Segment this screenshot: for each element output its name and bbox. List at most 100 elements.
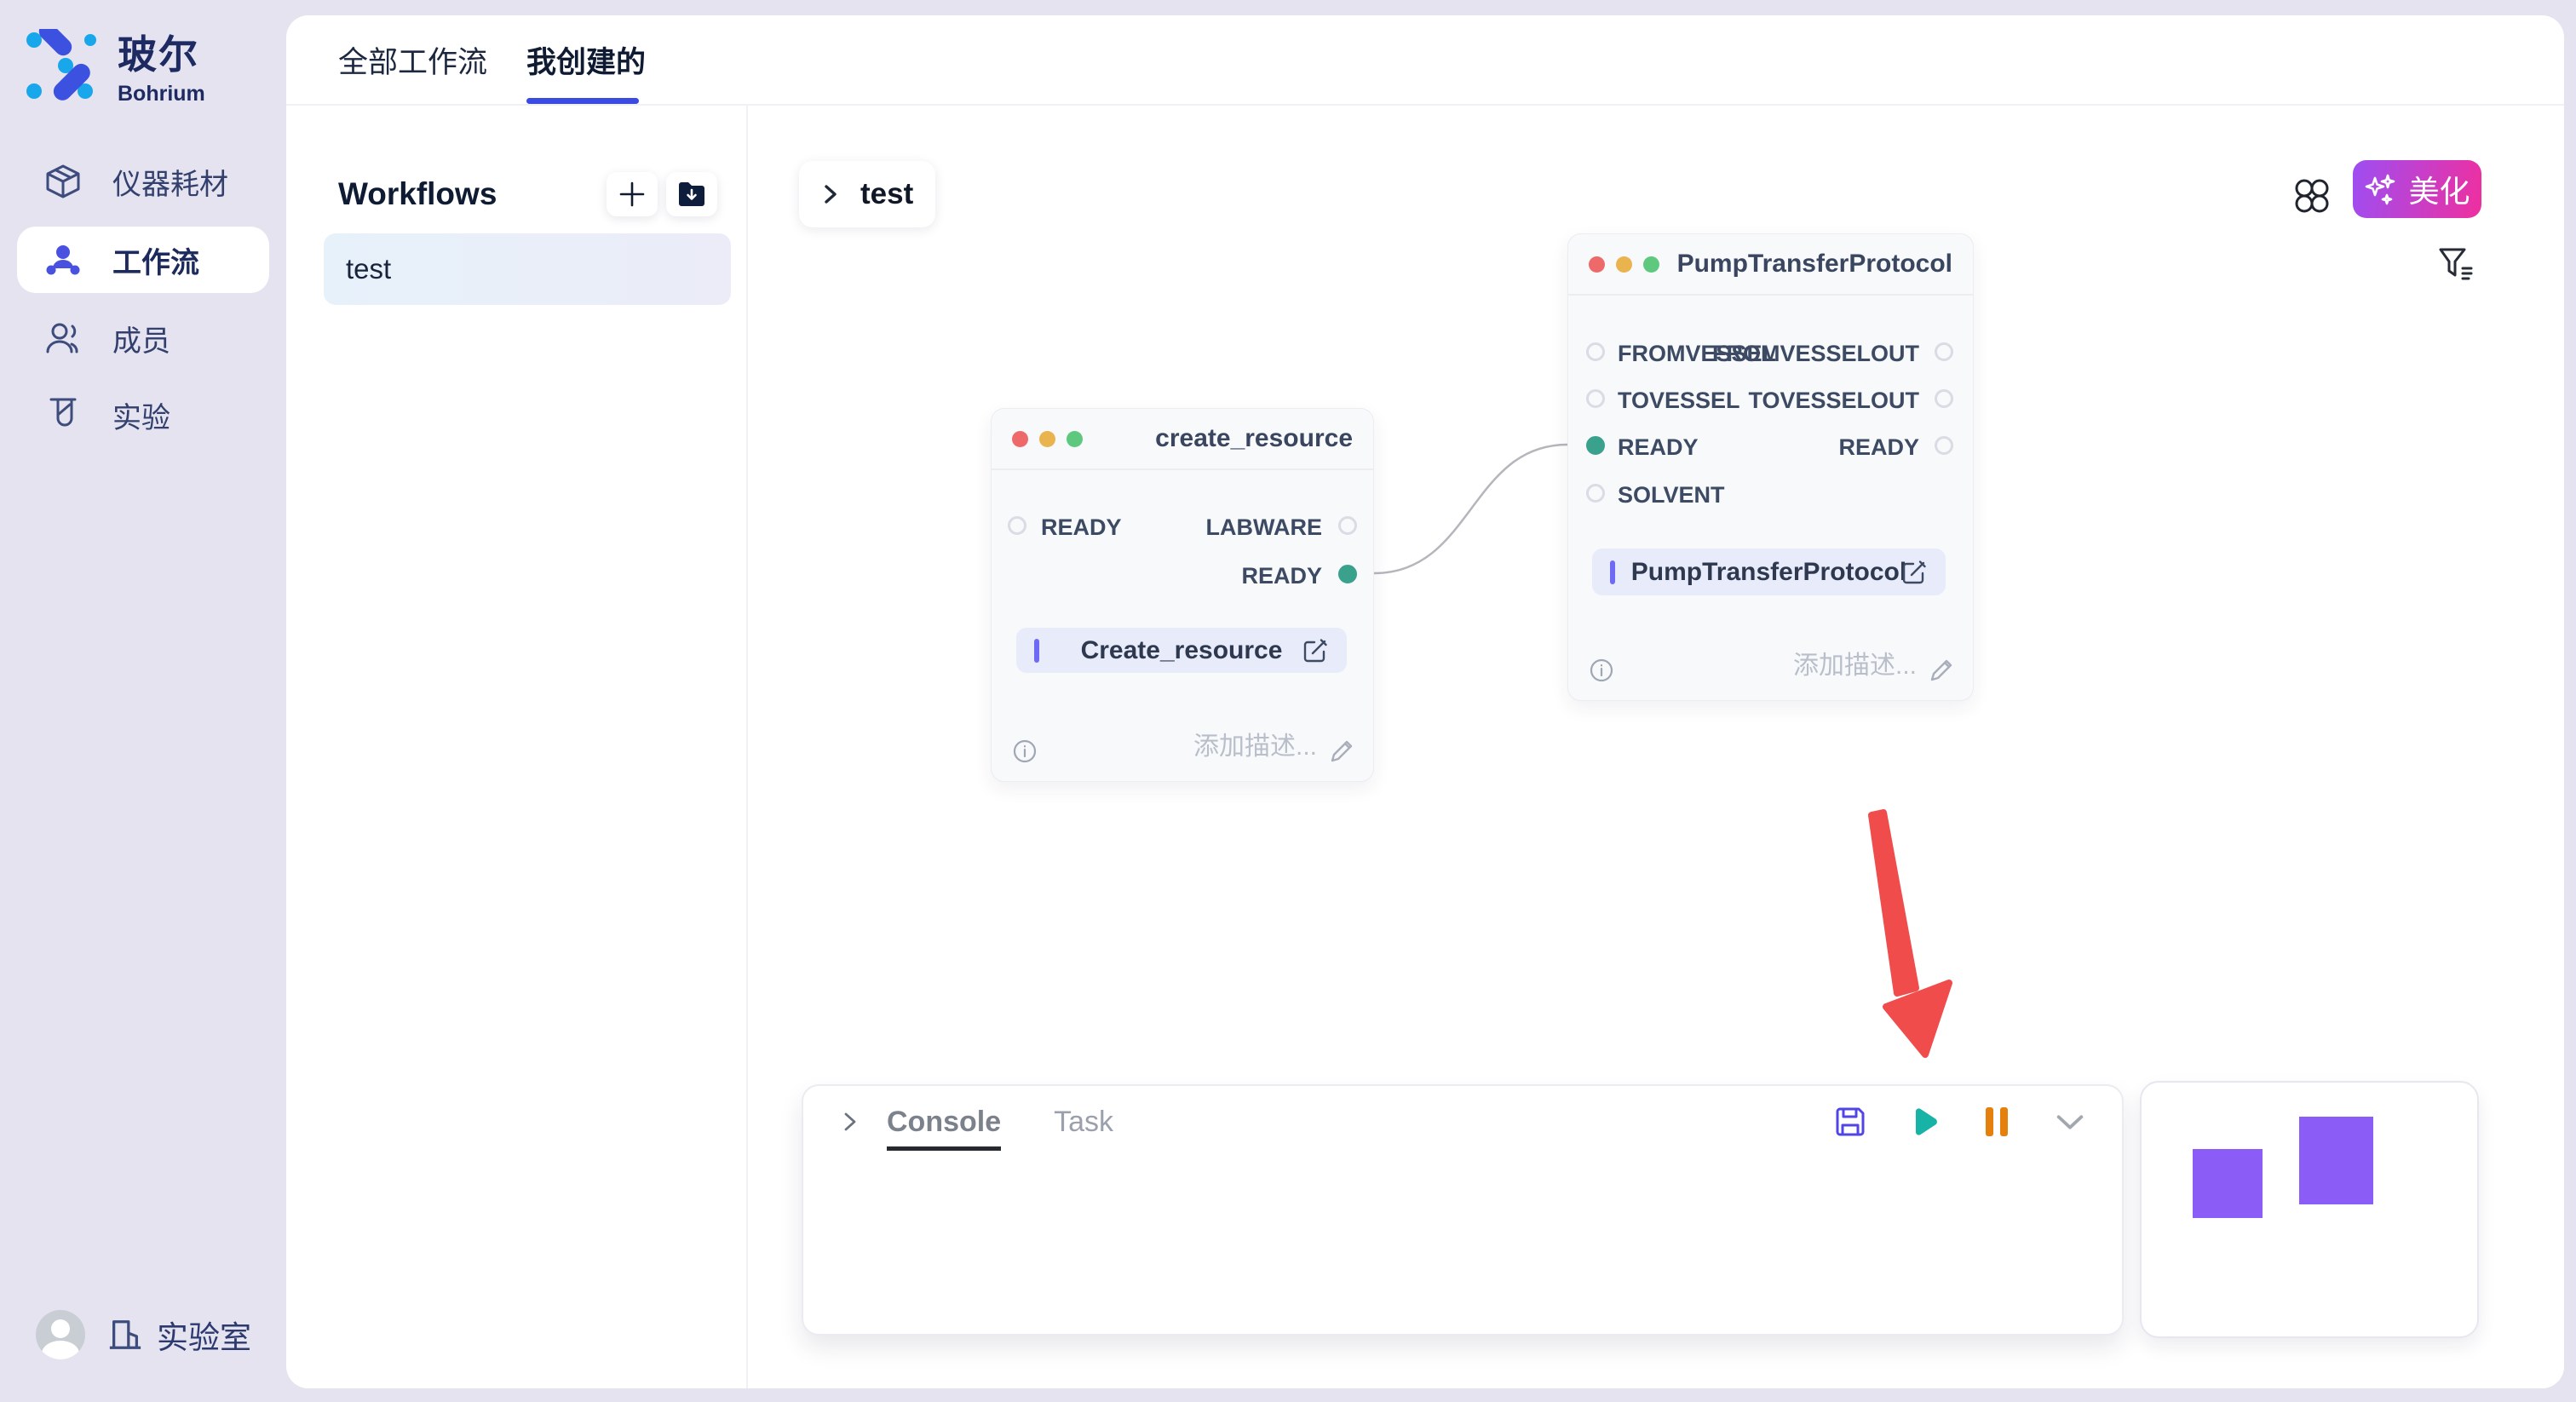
brand-subtitle: Bohrium — [118, 82, 205, 106]
dot-green-icon — [1643, 256, 1659, 273]
pill-label: Create_resource — [1081, 636, 1283, 665]
active-tab-underline — [526, 98, 639, 104]
tab-all-workflows[interactable]: 全部工作流 — [338, 15, 487, 104]
lab-switcher[interactable]: 实验室 — [107, 1312, 251, 1358]
port-label: READY — [1241, 563, 1322, 589]
pill-label: PumpTransferProtocol — [1631, 558, 1906, 587]
folder-import-icon — [677, 181, 706, 207]
port-label: READY — [1041, 514, 1122, 541]
port-in-ready[interactable] — [1586, 436, 1605, 455]
task-tab[interactable]: Task — [1054, 1106, 1113, 1139]
brand-logo[interactable]: 玻尔 Bohrium — [26, 24, 205, 106]
workflow-people-icon — [44, 241, 82, 279]
pencil-icon[interactable] — [1329, 738, 1354, 764]
node-create-resource[interactable]: create_resource READY LABWARE READY Crea… — [991, 408, 1374, 782]
port-label: LABWARE — [1206, 514, 1323, 541]
minimap-node-pump-transfer — [2299, 1117, 2373, 1204]
port-out-tovesselout[interactable] — [1935, 389, 1953, 408]
tab-my-created[interactable]: 我创建的 — [526, 15, 646, 104]
pill-accent-bar — [1610, 560, 1615, 584]
workflow-canvas[interactable]: test 美化 — [748, 106, 2564, 1388]
dot-red-icon — [1589, 256, 1605, 273]
pause-button[interactable] — [1979, 1104, 2015, 1140]
sidebar-item-label: 仪器耗材 — [112, 161, 228, 203]
port-in-solvent[interactable] — [1586, 484, 1605, 503]
port-label: SOLVENT — [1618, 482, 1725, 509]
filter-icon — [2437, 245, 2475, 283]
add-workflow-button[interactable] — [607, 172, 658, 216]
workflows-panel: Workflows test — [286, 106, 748, 1388]
sidebar-item-label: 成员 — [112, 318, 170, 359]
workflows-title: Workflows — [338, 176, 497, 212]
sidebar-item-workflow[interactable]: 工作流 — [17, 227, 269, 293]
command-icon — [2291, 175, 2332, 216]
node-header: create_resource — [992, 409, 1373, 470]
collapse-chevron-icon — [2052, 1109, 2088, 1135]
import-folder-button[interactable] — [666, 172, 717, 216]
traffic-dots — [1589, 256, 1659, 273]
port-label: TOVESSEL — [1618, 388, 1740, 414]
pause-icon — [1983, 1105, 2010, 1139]
plus-icon — [618, 180, 647, 209]
workflow-list-item-test[interactable]: test — [324, 233, 731, 305]
sidebar-item-members[interactable]: 成员 — [0, 300, 286, 376]
sidebar-footer: 实验室 — [36, 1310, 251, 1359]
node-pill-create-resource[interactable]: Create_resource — [1016, 628, 1347, 673]
port-in-ready[interactable] — [1008, 516, 1026, 535]
run-button[interactable] — [1906, 1104, 1941, 1140]
description-placeholder[interactable]: 添加描述... — [1193, 725, 1317, 762]
port-out-ready[interactable] — [1935, 436, 1953, 455]
experiment-icon — [44, 396, 82, 434]
port-in-fromvessel[interactable] — [1586, 342, 1605, 361]
filter-button[interactable] — [2435, 244, 2476, 284]
members-icon — [44, 319, 82, 357]
node-pump-transfer-protocol[interactable]: PumpTransferProtocol FROMVESSEL FROMVESS… — [1567, 233, 1974, 701]
workflow-tabbar: 全部工作流 我创建的 — [286, 15, 2564, 106]
sidebar-item-experiments[interactable]: 实验 — [0, 376, 286, 453]
info-icon[interactable] — [1589, 658, 1614, 683]
sidebar-nav: 仪器耗材 工作流 成员 实验 — [0, 143, 286, 453]
save-icon — [1833, 1105, 1867, 1139]
save-button[interactable] — [1832, 1104, 1868, 1140]
pill-accent-bar — [1034, 639, 1039, 663]
beautify-button[interactable]: 美化 — [2353, 160, 2481, 218]
description-placeholder[interactable]: 添加描述... — [1793, 644, 1917, 681]
main-content: 全部工作流 我创建的 Workflows test — [286, 15, 2564, 1388]
port-label: FROMVESSELOUT — [1712, 341, 1919, 367]
breadcrumb[interactable]: test — [799, 161, 935, 227]
sidebar-item-label: 实验 — [112, 394, 170, 436]
node-pill-pump-transfer[interactable]: PumpTransferProtocol — [1592, 549, 1946, 595]
node-header: PumpTransferProtocol — [1568, 234, 1973, 296]
run-icon — [1906, 1105, 1941, 1139]
sidebar: 玻尔 Bohrium 仪器耗材 工作流 — [0, 0, 286, 1402]
node-title: create_resource — [1155, 424, 1353, 453]
sidebar-item-label: 工作流 — [112, 239, 199, 281]
console-toolbar: Console Task — [803, 1086, 2122, 1158]
traffic-dots — [1012, 431, 1083, 447]
dot-yellow-icon — [1039, 431, 1055, 447]
port-label: READY — [1618, 434, 1699, 461]
node-footer: 添加描述... — [992, 721, 1373, 781]
pencil-icon[interactable] — [1929, 658, 1954, 683]
minimap[interactable] — [2140, 1081, 2479, 1338]
port-out-fromvesselout[interactable] — [1935, 342, 1953, 361]
port-out-labware[interactable] — [1338, 516, 1357, 535]
edit-icon[interactable] — [1302, 638, 1328, 664]
info-icon[interactable] — [1012, 738, 1038, 764]
dot-green-icon — [1067, 431, 1083, 447]
minimap-node-create-resource — [2193, 1149, 2263, 1218]
node-footer: 添加描述... — [1568, 641, 1973, 700]
edit-icon[interactable] — [1901, 560, 1927, 585]
port-out-ready[interactable] — [1338, 565, 1357, 583]
collapse-panel-button[interactable] — [2052, 1104, 2088, 1140]
port-label: TOVESSELOUT — [1748, 388, 1919, 414]
sidebar-item-instruments[interactable]: 仪器耗材 — [0, 143, 286, 220]
port-in-tovessel[interactable] — [1586, 389, 1605, 408]
layout-command-button[interactable] — [2290, 174, 2334, 218]
user-avatar[interactable] — [36, 1310, 85, 1359]
console-expand-chevron-icon[interactable] — [837, 1109, 863, 1135]
chevron-right-icon — [819, 181, 842, 207]
console-tab[interactable]: Console — [887, 1106, 1001, 1139]
dot-red-icon — [1012, 431, 1028, 447]
box-icon — [44, 163, 82, 200]
